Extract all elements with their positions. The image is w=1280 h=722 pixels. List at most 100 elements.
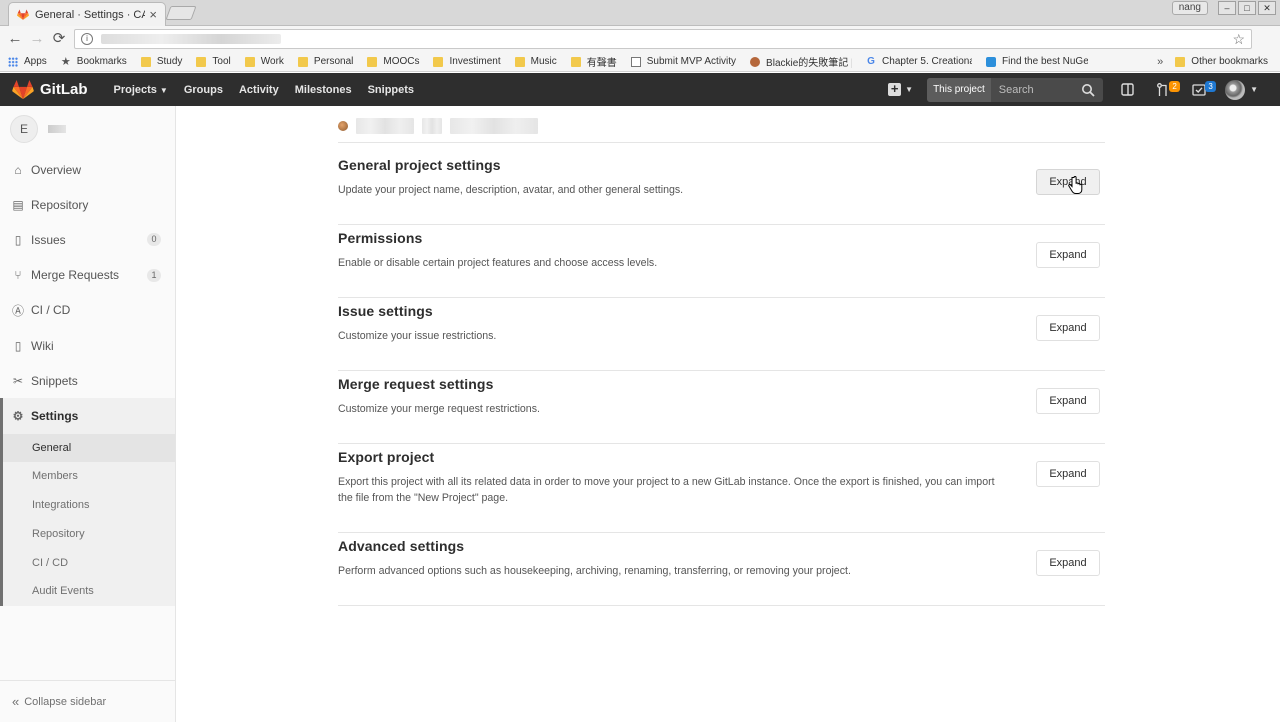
bookmarks-overflow-icon[interactable]: »	[1157, 56, 1163, 68]
bookmark-label: Apps	[24, 56, 47, 67]
user-menu[interactable]: ▼	[1225, 79, 1258, 100]
bookmark-item[interactable]: Music	[514, 56, 557, 67]
address-bar[interactable]: i ☆	[74, 29, 1252, 49]
sidebar-item-ci-cd[interactable]: Ⓐ CI / CD	[0, 293, 175, 328]
search-scope-badge[interactable]: This project	[927, 77, 991, 102]
sidebar-item-wiki[interactable]: ▯ Wiki	[0, 328, 175, 363]
plus-icon: +	[888, 82, 902, 96]
bookmark-item[interactable]: ★ Bookmarks	[61, 56, 127, 67]
settings-section: General project settings Update your proj…	[338, 157, 1105, 225]
settings-subitem-members[interactable]: Members	[3, 462, 175, 491]
nav-projects[interactable]: Projects ▼	[114, 84, 168, 96]
nav-activity[interactable]: Activity	[239, 84, 279, 96]
bookmark-item[interactable]: Find the best NuGet	[986, 56, 1088, 67]
bookmark-label: Chapter 5. Creational	[882, 56, 973, 67]
sidebar-item-repository[interactable]: ▤ Repository	[0, 187, 175, 222]
section-title: General project settings	[338, 157, 501, 173]
settings-submenu: General Members Integrations Repository CI /…	[0, 433, 175, 607]
bookmark-item[interactable]: Apps	[8, 56, 47, 67]
search-box: This project	[927, 77, 1104, 102]
browser-tab-strip: General · Settings · CAS × nang – □ ✕	[0, 0, 1280, 26]
double-chevron-left-icon: «	[12, 694, 19, 709]
settings-subitem-general[interactable]: General	[3, 433, 175, 463]
settings-subitem-integrations[interactable]: Integrations	[3, 491, 175, 520]
page-icon	[630, 56, 641, 67]
panel-icon	[1120, 83, 1134, 96]
redacted-breadcrumb-project[interactable]	[450, 118, 538, 134]
site-info-icon[interactable]: i	[81, 33, 93, 45]
home-icon: ⌂	[14, 162, 22, 177]
expand-button[interactable]: Expand	[1036, 388, 1100, 414]
browser-tab[interactable]: General · Settings · CAS ×	[8, 2, 166, 26]
settings-section: Merge request settings Customize your mer…	[338, 376, 1105, 444]
avatar-icon	[750, 56, 761, 67]
expand-button[interactable]: Expand	[1036, 461, 1100, 487]
todos-nav[interactable]: 3	[1189, 80, 1217, 100]
sidebar-item-issues[interactable]: ▯ Issues 0	[0, 222, 175, 257]
bookmark-item[interactable]: MOOCs	[367, 56, 419, 67]
sidebar-item-snippets[interactable]: ✂ Snippets	[0, 363, 175, 398]
user-avatar	[1225, 79, 1246, 100]
nav-milestones[interactable]: Milestones	[295, 84, 352, 96]
sidebar-item-label: Settings	[31, 408, 79, 423]
folder-icon	[196, 56, 207, 67]
count-badge: 1	[147, 268, 161, 282]
settings-section: Export project Export this project with a…	[338, 449, 1105, 533]
new-dropdown[interactable]: + ▼	[888, 82, 913, 96]
settings-subitem-audit-events[interactable]: Audit Events	[3, 577, 175, 606]
sidebar-item-overview[interactable]: ⌂ Overview	[0, 152, 175, 187]
todo-check-icon	[1192, 83, 1206, 96]
nav-snippets[interactable]: Snippets	[368, 84, 414, 96]
search-input[interactable]	[990, 83, 1082, 96]
settings-subitem-ci-cd[interactable]: CI / CD	[3, 549, 175, 578]
redacted-url	[101, 34, 281, 44]
maximize-button[interactable]: □	[1238, 1, 1256, 15]
back-icon[interactable]: ←	[4, 28, 26, 50]
bookmark-item[interactable]: Work	[244, 56, 284, 67]
bookmark-item[interactable]: 有聲書	[570, 54, 617, 69]
merge-requests-badge: 2	[1169, 80, 1181, 92]
minimize-button[interactable]: –	[1218, 1, 1236, 15]
bookmark-label: MOOCs	[383, 56, 420, 67]
bookmark-item[interactable]: Submit MVP Activity	[630, 56, 736, 67]
brand-name: GitLab	[40, 81, 88, 98]
section-title: Merge request settings	[338, 376, 494, 392]
issues-icon: ▯	[14, 232, 22, 247]
new-tab-button[interactable]	[165, 6, 197, 20]
settings-section: Issue settings Customize your issue restr…	[338, 303, 1105, 371]
expand-button[interactable]: Expand	[1036, 242, 1100, 268]
sidebar-item-settings[interactable]: ⚙ Settings	[0, 398, 175, 434]
nav-groups[interactable]: Groups	[184, 84, 223, 96]
redacted-breadcrumb-group[interactable]	[356, 118, 414, 134]
sidebar-project-header[interactable]: E	[0, 106, 175, 152]
expand-button[interactable]: Expand	[1036, 550, 1100, 576]
tab-close-icon[interactable]: ×	[149, 7, 157, 22]
sidebar-nav: ⌂ Overview ▤ Repository ▯ Issues 0 ⑂ Merge Reque…	[0, 152, 175, 434]
bookmark-item[interactable]: Blackie的失敗筆記 | E	[750, 54, 852, 69]
collapse-sidebar-button[interactable]: « Collapse sidebar	[0, 680, 175, 722]
close-window-button[interactable]: ✕	[1258, 1, 1276, 15]
reload-icon[interactable]: ⟳	[48, 28, 70, 50]
gitlab-logo[interactable]: GitLab	[12, 79, 88, 100]
scissors-icon: ✂	[12, 373, 24, 388]
sidebar-item-merge-requests[interactable]: ⑂ Merge Requests 1	[0, 258, 175, 293]
bookmark-item[interactable]: G Chapter 5. Creational	[866, 56, 972, 67]
bookmark-item[interactable]: Investiment	[433, 56, 501, 67]
wiki-icon: ▯	[14, 338, 22, 353]
bookmark-item[interactable]: Study	[140, 56, 182, 67]
redacted-breadcrumb-sep	[422, 118, 442, 134]
settings-section: Permissions Enable or disable certain pro…	[338, 230, 1105, 298]
bookmark-item[interactable]: Tool	[196, 56, 231, 67]
other-bookmarks[interactable]: Other bookmarks	[1175, 56, 1268, 67]
sidebar-item-label: CI / CD	[31, 303, 71, 318]
sidebar-toggle-icon[interactable]	[1117, 80, 1137, 100]
expand-button[interactable]: Expand	[1036, 315, 1100, 341]
bookmark-star-icon[interactable]: ☆	[1232, 31, 1245, 48]
forward-icon[interactable]: →	[26, 28, 48, 50]
bookmark-item[interactable]: Personal	[297, 56, 353, 67]
merge-requests-nav[interactable]: 2	[1153, 80, 1181, 100]
profile-button[interactable]: nang	[1171, 1, 1208, 15]
bookmark-label: Find the best NuGet	[1002, 56, 1089, 67]
settings-subitem-repository[interactable]: Repository	[3, 520, 175, 549]
nav-projects-label: Projects	[113, 83, 157, 96]
